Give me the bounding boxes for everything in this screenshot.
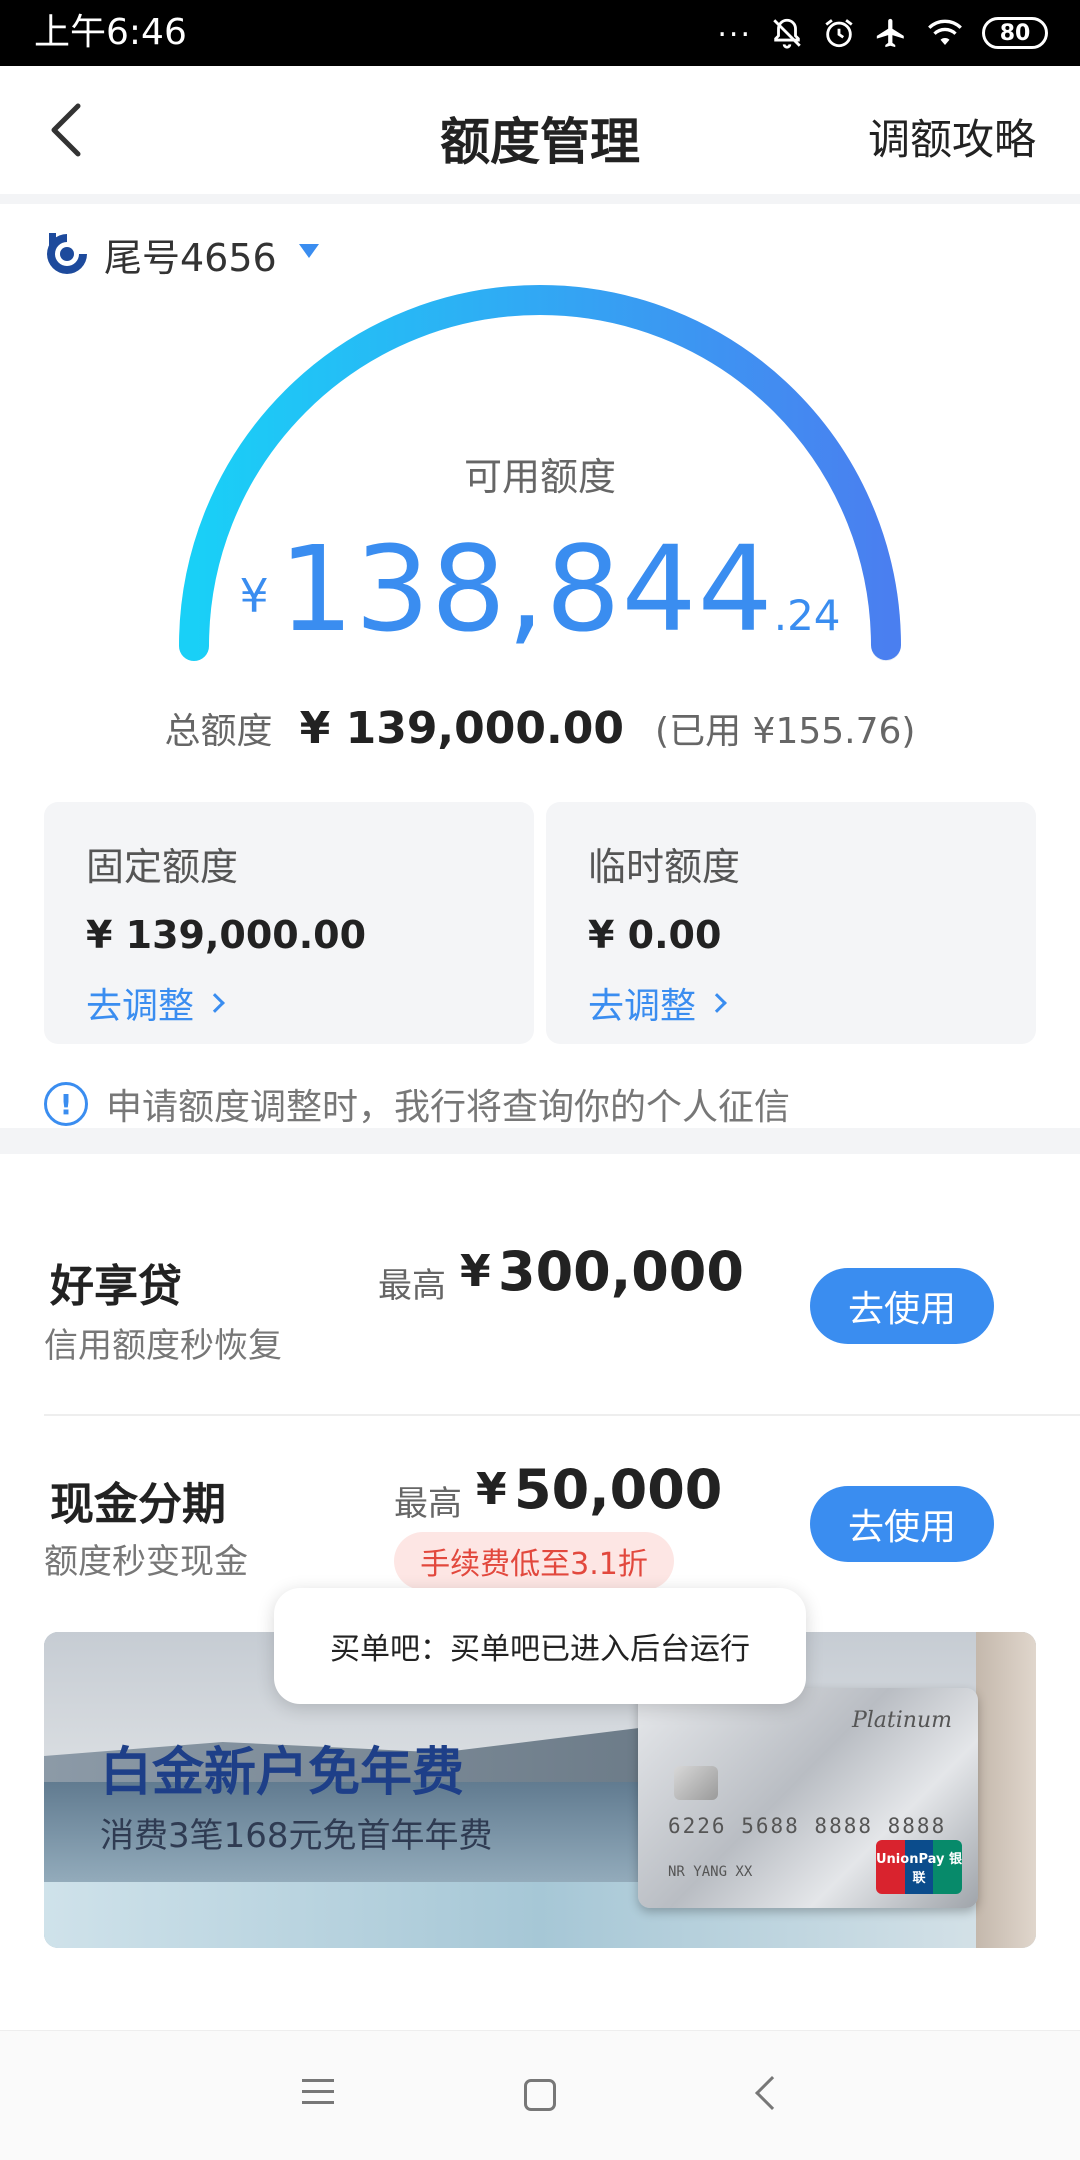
alarm-icon bbox=[822, 16, 856, 50]
fixed-limit-amount: ¥ 139,000.00 bbox=[86, 913, 367, 957]
temp-limit-card: 临时额度 ¥ 0.00 去调整 bbox=[546, 802, 1036, 1044]
temp-limit-amount: ¥ 0.00 bbox=[588, 913, 722, 957]
more-dots-icon: ... bbox=[717, 8, 752, 44]
card-chip-icon bbox=[674, 1766, 718, 1800]
fixed-limit-card: 固定额度 ¥ 139,000.00 去调整 bbox=[44, 802, 534, 1044]
wifi-icon bbox=[926, 18, 964, 48]
product-desc: 信用额度秒恢复 bbox=[44, 1326, 282, 1366]
available-amount-main: 138,844 bbox=[278, 520, 774, 658]
fixed-limit-title: 固定额度 bbox=[86, 845, 239, 889]
use-button[interactable]: 去使用 bbox=[810, 1486, 994, 1562]
product-name: 好享贷 bbox=[50, 1261, 182, 1312]
nav-bar: 额度管理 调额攻略 bbox=[0, 66, 1080, 194]
adjust-link-label: 去调整 bbox=[86, 986, 195, 1027]
max-amount: 50,000 bbox=[514, 1458, 723, 1521]
fixed-limit-adjust-link[interactable]: 去调整 bbox=[86, 977, 492, 1029]
temp-limit-title: 临时额度 bbox=[588, 845, 741, 889]
max-currency: ¥ bbox=[460, 1246, 491, 1297]
bell-off-icon bbox=[770, 16, 804, 50]
max-currency: ¥ bbox=[476, 1464, 507, 1515]
chevron-right-icon bbox=[707, 993, 727, 1013]
limit-strategy-link[interactable]: 调额攻略 bbox=[868, 106, 1036, 167]
system-nav-bar bbox=[0, 2030, 1080, 2160]
max-label: 最高 bbox=[378, 1266, 446, 1306]
status-time: 上午6:46 bbox=[34, 12, 187, 53]
product-haoxiangdai: 好享贷 信用额度秒恢复 最高 ¥ 300,000 去使用 bbox=[0, 1154, 1080, 1414]
dropdown-caret-icon bbox=[298, 244, 319, 258]
home-icon[interactable] bbox=[524, 2079, 556, 2111]
platinum-card-image: Platinum 6226 5688 8888 8888 NR YANG XX … bbox=[638, 1688, 978, 1908]
product-desc: 额度秒变现金 bbox=[44, 1542, 248, 1582]
available-amount-decimal: .24 bbox=[773, 591, 841, 640]
banner-subline: 消费3笔168元免首年年费 bbox=[100, 1816, 493, 1856]
fee-discount-badge: 手续费低至3.1折 bbox=[394, 1532, 674, 1590]
toast-message: 买单吧：买单吧已进入后台运行 bbox=[274, 1588, 806, 1704]
section-separator bbox=[0, 1128, 1080, 1154]
battery-icon: 80 bbox=[982, 17, 1048, 49]
chevron-right-icon bbox=[205, 993, 225, 1013]
status-icons: ... 80 bbox=[717, 8, 1048, 56]
available-currency: ¥ bbox=[239, 569, 269, 623]
adjust-link-label: 去调整 bbox=[588, 986, 697, 1027]
status-bar: 上午6:46 ... 80 bbox=[0, 0, 1080, 66]
max-label: 最高 bbox=[394, 1484, 462, 1524]
banner-headline: 白金新户免年费 bbox=[100, 1743, 465, 1803]
airplane-icon bbox=[874, 16, 908, 50]
total-limit-line: 总额度 ¥ 139,000.00 (已用 ¥155.76) bbox=[0, 702, 1080, 754]
available-amount: ¥138,844.24 bbox=[0, 520, 1080, 658]
system-back-icon[interactable] bbox=[755, 2076, 789, 2110]
use-button[interactable]: 去使用 bbox=[810, 1268, 994, 1344]
temp-limit-adjust-link[interactable]: 去调整 bbox=[588, 977, 994, 1029]
product-name: 现金分期 bbox=[50, 1479, 226, 1530]
card-platinum-text: Platinum bbox=[851, 1708, 952, 1733]
card-number-text: 6226 5688 8888 8888 bbox=[668, 1814, 947, 1838]
bank-logo-icon bbox=[47, 233, 87, 274]
info-icon: ! bbox=[44, 1082, 88, 1126]
header-divider bbox=[0, 194, 1080, 204]
notice-text: 申请额度调整时，我行将查询你的个人征信 bbox=[106, 1087, 791, 1128]
unionpay-logo-icon: UnionPay 银联 bbox=[876, 1840, 962, 1894]
card-holder-text: NR YANG XX bbox=[668, 1864, 753, 1880]
credit-report-notice: ! 申请额度调整时，我行将查询你的个人征信 bbox=[44, 1078, 790, 1130]
menu-icon[interactable] bbox=[302, 2079, 334, 2112]
available-label: 可用额度 bbox=[463, 455, 616, 499]
total-limit-label: 总额度 bbox=[164, 711, 273, 752]
total-limit-amount: ¥ 139,000.00 bbox=[299, 703, 624, 754]
max-amount: 300,000 bbox=[498, 1240, 744, 1303]
used-amount: (已用 ¥155.76) bbox=[655, 711, 916, 752]
